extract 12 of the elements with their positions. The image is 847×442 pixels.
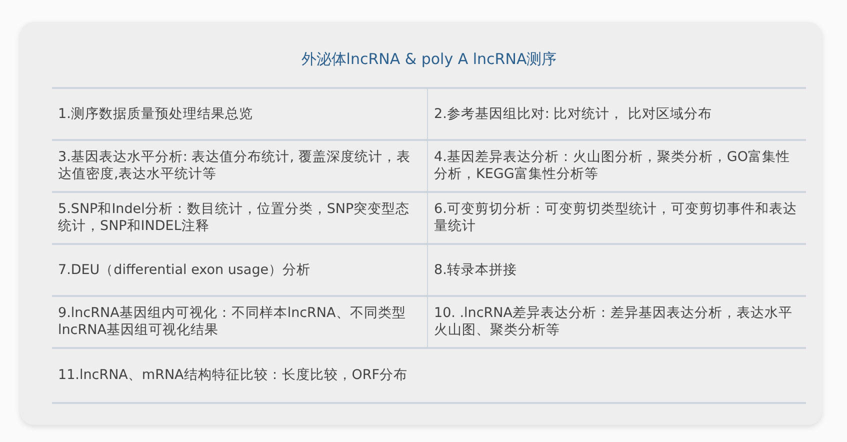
table-cell: 5.SNP和Indel分析：数目统计，位置分类，SNP突变型态统计，SNP和INDEL注释 <box>52 193 428 243</box>
table-cell-text: 8.转录本拼接 <box>433 260 518 280</box>
table-cell: 9.lncRNA基因组内可视化：不同样本lncRNA、不同类型lncRNA基因组可视化结果 <box>52 297 428 347</box>
table-cell-text: 10. .lncRNA差异表达分析：差异基因表达分析，表达水平火山图、聚类分析等 <box>433 304 794 340</box>
table-cell-text: 11.lncRNA、mRNA结构特征比较：长度比较，ORF分布 <box>57 366 409 385</box>
table-cell-text: 6.可变剪切分析：可变剪切类型统计，可变剪切事件和表达量统计 <box>433 200 798 236</box>
table-cell: 3.基因表达水平分析: 表达值分布统计, 覆盖深度统计，表达值密度,表达水平统计等 <box>52 141 428 191</box>
table-title: 外泌体lncRNA & poly A lncRNA测序 <box>300 50 558 70</box>
table-cell: 1.测序数据质量预处理结果总览 <box>52 89 428 139</box>
table-cell-text: 2.参考基因组比对: 比对统计， 比对区域分布 <box>433 104 714 124</box>
table-cell-text: 4.基因差异表达分析：火山图分析，聚类分析，GO富集性分析，KEGG富集性分析等 <box>433 148 791 184</box>
table-cell: 7.DEU（differential exon usage）分析 <box>52 245 428 295</box>
